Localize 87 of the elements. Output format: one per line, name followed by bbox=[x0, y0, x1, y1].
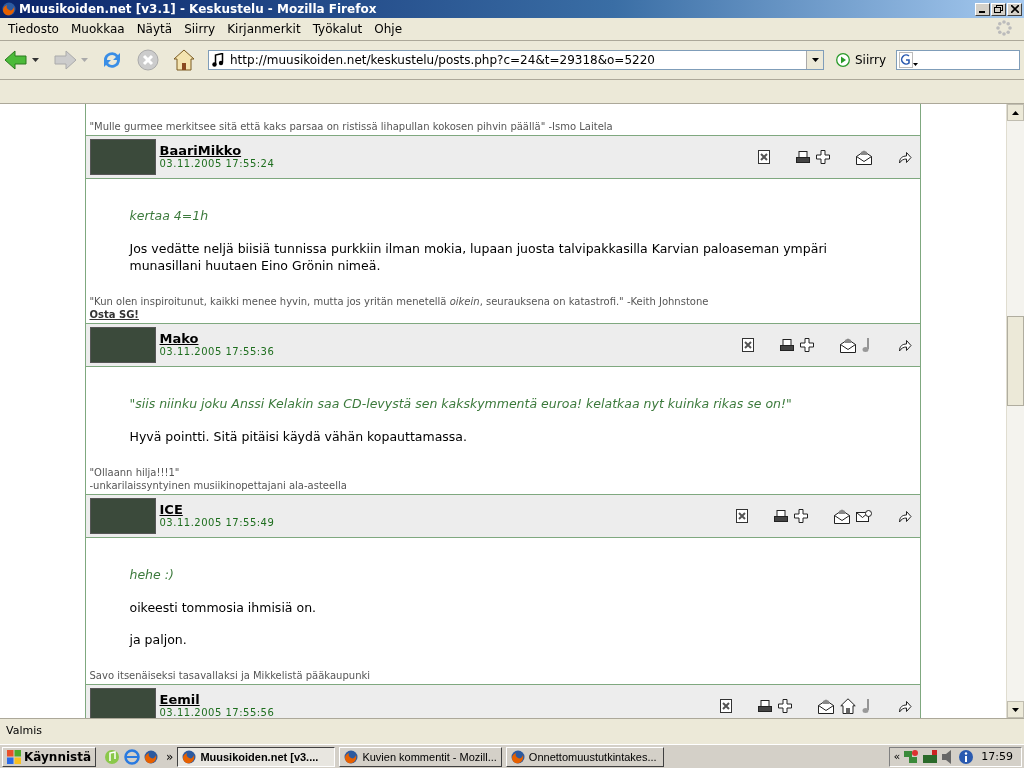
taskbar-button[interactable]: Kuvien kommentit - Mozill... bbox=[339, 746, 502, 767]
signature-text: -unkarilaissyntyinen musiikinopettajani ala-asteella bbox=[89, 479, 348, 492]
throbber-icon bbox=[996, 19, 1012, 36]
scrollbar[interactable] bbox=[1006, 104, 1024, 718]
network-icon[interactable] bbox=[903, 748, 920, 765]
envelope-icon[interactable] bbox=[817, 698, 834, 714]
scroll-down-arrow-icon[interactable] bbox=[1012, 707, 1019, 712]
quoted-text: kertaa 4=1h bbox=[129, 207, 210, 224]
delete-icon[interactable] bbox=[719, 699, 732, 713]
post-date: 03.11.2005 17:55:36 bbox=[159, 345, 275, 358]
window-title: Muusikoiden.net [v3.1] - Keskustelu - Mozilla Firefox bbox=[19, 2, 378, 16]
forward-arrow-icon[interactable] bbox=[897, 509, 912, 523]
music-note-icon bbox=[212, 53, 224, 67]
envelope-icon[interactable] bbox=[833, 508, 850, 524]
plus-icon[interactable] bbox=[793, 509, 808, 523]
menu-item[interactable]: Kirjanmerkit bbox=[221, 22, 307, 36]
music-note-icon[interactable] bbox=[861, 337, 872, 353]
more-button[interactable]: » bbox=[166, 749, 174, 764]
close-button[interactable] bbox=[1007, 2, 1022, 16]
network-icon[interactable] bbox=[922, 748, 939, 765]
envelope-icon[interactable] bbox=[839, 337, 856, 353]
browser-icon[interactable] bbox=[124, 748, 141, 765]
menu-item[interactable]: Ohje bbox=[368, 22, 409, 36]
restore-button[interactable] bbox=[991, 2, 1006, 16]
dropdown-button[interactable] bbox=[806, 51, 823, 69]
taskbar-button[interactable]: Onnettomuustutkintakes... bbox=[505, 746, 664, 767]
avatar-image bbox=[89, 327, 156, 363]
author-link[interactable]: Mako bbox=[159, 332, 275, 345]
menu-item[interactable]: Näytä bbox=[130, 22, 179, 36]
author-link[interactable]: ICE bbox=[159, 503, 275, 516]
menu-item[interactable]: Tiedosto bbox=[2, 22, 65, 36]
signature-text: "Mulle gurmee merkitsee sitä että kaks parsaa on ristissä lihapullan kokosen pihvin päällä" -Ismo Laitela bbox=[89, 120, 614, 133]
minimize-button[interactable] bbox=[975, 2, 990, 16]
status-text: Valmis bbox=[6, 724, 42, 737]
play-icon bbox=[836, 53, 850, 67]
print-icon[interactable] bbox=[779, 338, 794, 352]
music-note-icon[interactable] bbox=[861, 698, 872, 714]
signature-link[interactable]: Osta SG! bbox=[89, 308, 139, 321]
search-field[interactable] bbox=[896, 50, 1021, 70]
search-engine-icon[interactable] bbox=[899, 52, 920, 68]
post-text: ja paljon. bbox=[129, 631, 188, 648]
forward-arrow-icon[interactable] bbox=[897, 150, 912, 164]
info-icon[interactable] bbox=[958, 748, 975, 765]
delete-icon[interactable] bbox=[735, 509, 748, 523]
plus-icon[interactable] bbox=[799, 338, 814, 352]
close-icon bbox=[1010, 5, 1019, 13]
scrollbar-thumb[interactable] bbox=[1007, 316, 1024, 406]
taskbar-button[interactable]: Muusikoiden.net [v3.... bbox=[177, 746, 336, 767]
post-date: 03.11.2005 17:55:56 bbox=[159, 706, 275, 718]
author-link[interactable]: Eemil bbox=[159, 693, 275, 706]
start-button[interactable]: Käynnistä bbox=[2, 746, 97, 767]
delete-icon[interactable] bbox=[757, 150, 770, 164]
author-link[interactable]: BaariMikko bbox=[159, 144, 275, 157]
signature-text: Savo itsenäiseksi tasavallaksi ja Mikkelistä pääkaupunki bbox=[89, 669, 372, 682]
avatar-image bbox=[89, 688, 156, 718]
menu-item[interactable]: Muokkaa bbox=[64, 22, 131, 36]
home-icon[interactable] bbox=[839, 698, 856, 714]
menu-item[interactable]: Työkalut bbox=[306, 22, 369, 36]
print-icon[interactable] bbox=[773, 509, 788, 523]
avatar-image bbox=[89, 498, 156, 534]
delete-icon[interactable] bbox=[741, 338, 754, 352]
scroll-up-arrow-icon[interactable] bbox=[1012, 110, 1019, 115]
forward-arrow-icon[interactable] bbox=[897, 699, 912, 713]
quoted-text: hehe :) bbox=[129, 566, 175, 583]
print-icon[interactable] bbox=[795, 150, 810, 164]
print-icon[interactable] bbox=[757, 699, 772, 713]
post-date: 03.11.2005 17:55:49 bbox=[159, 516, 275, 529]
restore-icon bbox=[994, 5, 1003, 13]
post-text: Hyvä pointti. Sitä pitäisi käydä vähän kopauttamassa. bbox=[129, 428, 468, 445]
dropdown-caret-icon[interactable] bbox=[32, 58, 39, 62]
menu-item[interactable]: Siirry bbox=[178, 22, 222, 36]
forward-arrow-icon[interactable] bbox=[897, 338, 912, 352]
quoted-text: "siis niinku joku Anssi Kelakin saa CD-levystä sen kakskymmentä euroa! kelatkaa nyt kuinka rikas se on!" bbox=[129, 395, 793, 412]
plus-icon[interactable] bbox=[815, 150, 830, 164]
post-date: 03.11.2005 17:55:24 bbox=[159, 157, 275, 170]
caret-icon bbox=[811, 58, 819, 62]
envelope-icon[interactable] bbox=[855, 149, 872, 165]
signature-text: "Ollaann hilja!!!1" bbox=[89, 466, 181, 479]
plus-icon[interactable] bbox=[777, 699, 792, 713]
clock: 17:59 bbox=[981, 750, 1013, 763]
post-text: Jos vedätte neljä biisiä tunnissa purkkiin ilman mokia, lupaan juosta talvipakkasilla Karvian paloaseman ympäri munasillani huutaen Eino Grönin nimeä. bbox=[129, 240, 828, 274]
tray-expand-button[interactable]: « bbox=[893, 750, 901, 763]
go-button[interactable]: Siirry bbox=[828, 53, 893, 67]
avatar-image bbox=[89, 139, 156, 175]
post-text: oikeesti tommosia ihmisiä on. bbox=[129, 599, 318, 616]
signature-text: "Kun olen inspiroitunut, kaikki menee hyvin, mutta jos yritän menetellä oikein, seurauksena on katastrofi." -Keith Johnstone bbox=[89, 295, 710, 308]
email-icon[interactable] bbox=[855, 509, 872, 523]
